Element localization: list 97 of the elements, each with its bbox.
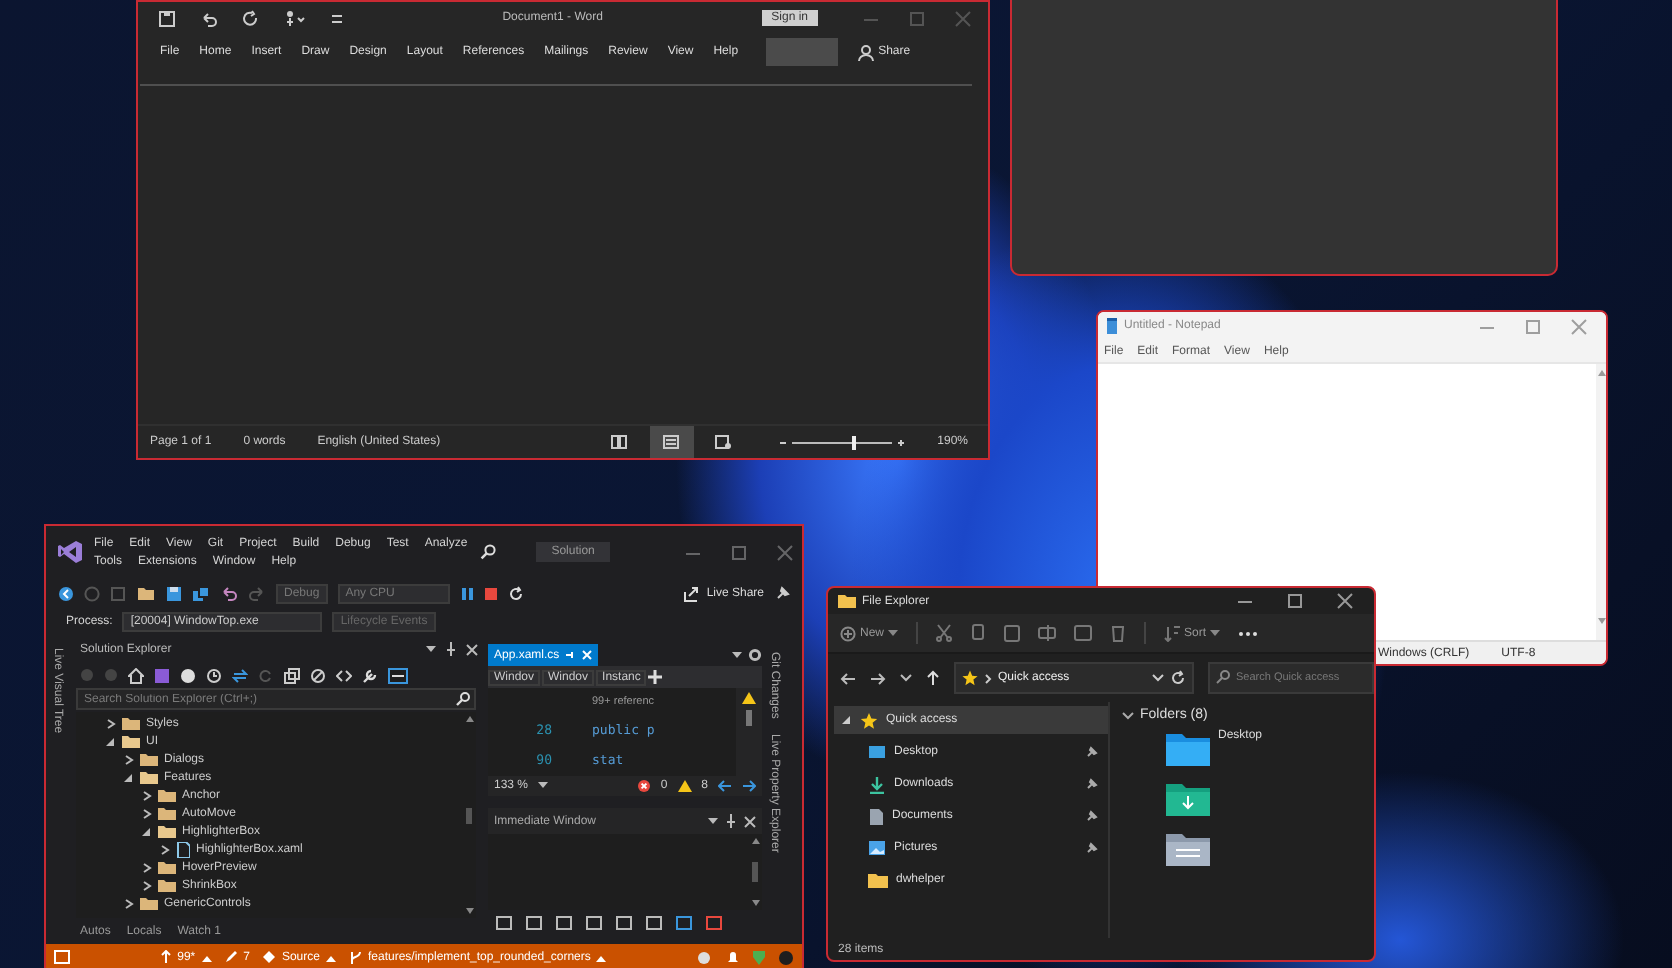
- print-layout-icon: [662, 434, 681, 450]
- sync-icon[interactable]: [232, 667, 248, 683]
- undo-icon[interactable]: [200, 9, 218, 27]
- downloads-folder-icon: [1166, 780, 1210, 816]
- desktop-folder-icon: [1166, 730, 1210, 766]
- search-icon: [456, 692, 470, 706]
- scroll-up-icon[interactable]: [751, 838, 759, 844]
- zoom-out-icon[interactable]: [777, 437, 788, 447]
- recent-locations-icon[interactable]: [900, 674, 912, 682]
- branch-icon: [347, 949, 362, 965]
- warning-icon: [742, 692, 756, 704]
- restart-icon[interactable]: [507, 585, 524, 601]
- caret-icon[interactable]: [201, 953, 212, 961]
- caret-icon[interactable]: [596, 953, 607, 961]
- scroll-down-icon[interactable]: [751, 900, 759, 906]
- paste-icon[interactable]: [1004, 624, 1021, 642]
- up-arrow-icon: [159, 950, 172, 964]
- scroll-down-icon[interactable]: [465, 908, 473, 914]
- desktop-icon: [868, 744, 886, 760]
- warning-icon: [677, 780, 692, 792]
- documents-folder-icon: [1166, 830, 1210, 866]
- file-icon: [176, 841, 190, 857]
- pause-icon[interactable]: [459, 585, 474, 601]
- home-icon[interactable]: [128, 667, 144, 683]
- search-icon[interactable]: [479, 544, 496, 560]
- scrollbar-thumb[interactable]: [466, 807, 472, 823]
- wrench-icon[interactable]: [362, 667, 378, 683]
- more-icon[interactable]: [1238, 629, 1259, 637]
- star-icon: [860, 711, 878, 729]
- close-icon[interactable]: [1336, 592, 1354, 610]
- save-all-icon[interactable]: [192, 585, 210, 601]
- expanded-arrow-icon[interactable]: [840, 714, 852, 726]
- delete-icon[interactable]: [1110, 624, 1127, 642]
- previous-icon[interactable]: [718, 780, 732, 792]
- touch-mode-icon[interactable]: [284, 9, 306, 27]
- expanded-arrow-icon[interactable]: [104, 735, 116, 747]
- expanded-arrow-icon[interactable]: [122, 771, 134, 783]
- person-icon: [858, 43, 875, 61]
- scrollbar-thumb[interactable]: [752, 862, 758, 882]
- zoom-in-icon[interactable]: [895, 437, 906, 447]
- dropdown-icon[interactable]: [1152, 674, 1164, 682]
- error-icon: [638, 780, 651, 792]
- web-layout-icon: [714, 434, 733, 450]
- slider-thumb[interactable]: [851, 435, 856, 449]
- blurred-area: [766, 38, 839, 66]
- sort-icon: [1164, 625, 1181, 641]
- back-circle-icon[interactable]: [58, 585, 74, 601]
- preview-icon[interactable]: [388, 667, 408, 683]
- read-mode-icon: [610, 434, 629, 450]
- save-icon[interactable]: [166, 585, 182, 601]
- view-mode-button[interactable]: [649, 426, 694, 458]
- search-icon: [1216, 670, 1230, 684]
- account-icon[interactable]: [778, 949, 794, 965]
- close-icon[interactable]: [466, 643, 478, 655]
- picture-icon: [868, 840, 886, 856]
- customize-icon[interactable]: [330, 9, 344, 27]
- circle-icon[interactable]: [180, 667, 196, 683]
- scrollbar-thumb[interactable]: [746, 710, 752, 726]
- cut-icon[interactable]: [936, 624, 953, 642]
- next-icon[interactable]: [742, 780, 756, 792]
- dropdown-icon[interactable]: [708, 817, 718, 825]
- pin-icon[interactable]: [774, 585, 790, 601]
- dropdown-icon[interactable]: [538, 782, 549, 790]
- save-icon[interactable]: [158, 9, 176, 27]
- rename-icon[interactable]: [1038, 624, 1057, 642]
- dropdown-icon[interactable]: [426, 645, 436, 653]
- bell-icon[interactable]: [726, 949, 740, 965]
- close-icon[interactable]: [744, 815, 756, 827]
- document-icon: [868, 807, 884, 825]
- folder-icon: [838, 594, 856, 608]
- folder-icon: [868, 872, 888, 888]
- expanded-arrow-icon[interactable]: [140, 825, 152, 837]
- up-icon[interactable]: [926, 670, 940, 686]
- scroll-up-icon[interactable]: [1597, 370, 1605, 376]
- code-icon[interactable]: [336, 667, 352, 683]
- caret-icon[interactable]: [325, 953, 336, 961]
- notepad-icon: [1106, 318, 1118, 334]
- caret-icon: [888, 629, 899, 637]
- undo-icon[interactable]: [220, 585, 238, 601]
- star-icon: [962, 670, 978, 686]
- app-logo-icon: [58, 540, 82, 564]
- scroll-up-icon[interactable]: [465, 716, 473, 722]
- pencil-icon: [223, 950, 238, 964]
- pin-icon[interactable]: [726, 814, 736, 828]
- add-icon[interactable]: [648, 670, 663, 684]
- pin-icon[interactable]: [446, 642, 456, 656]
- open-folder-icon[interactable]: [138, 585, 156, 601]
- plus-circle-icon: [840, 625, 856, 641]
- refresh-icon[interactable]: [1170, 670, 1186, 686]
- scroll-down-icon[interactable]: [1597, 618, 1605, 624]
- history-icon[interactable]: [206, 667, 222, 683]
- copy-icon[interactable]: [284, 667, 300, 683]
- stop-icon[interactable]: [483, 585, 498, 601]
- download-icon: [868, 775, 886, 793]
- dropdown-icon[interactable]: [732, 651, 742, 659]
- maximize-icon[interactable]: [1286, 592, 1304, 610]
- diamond-icon: [261, 950, 276, 964]
